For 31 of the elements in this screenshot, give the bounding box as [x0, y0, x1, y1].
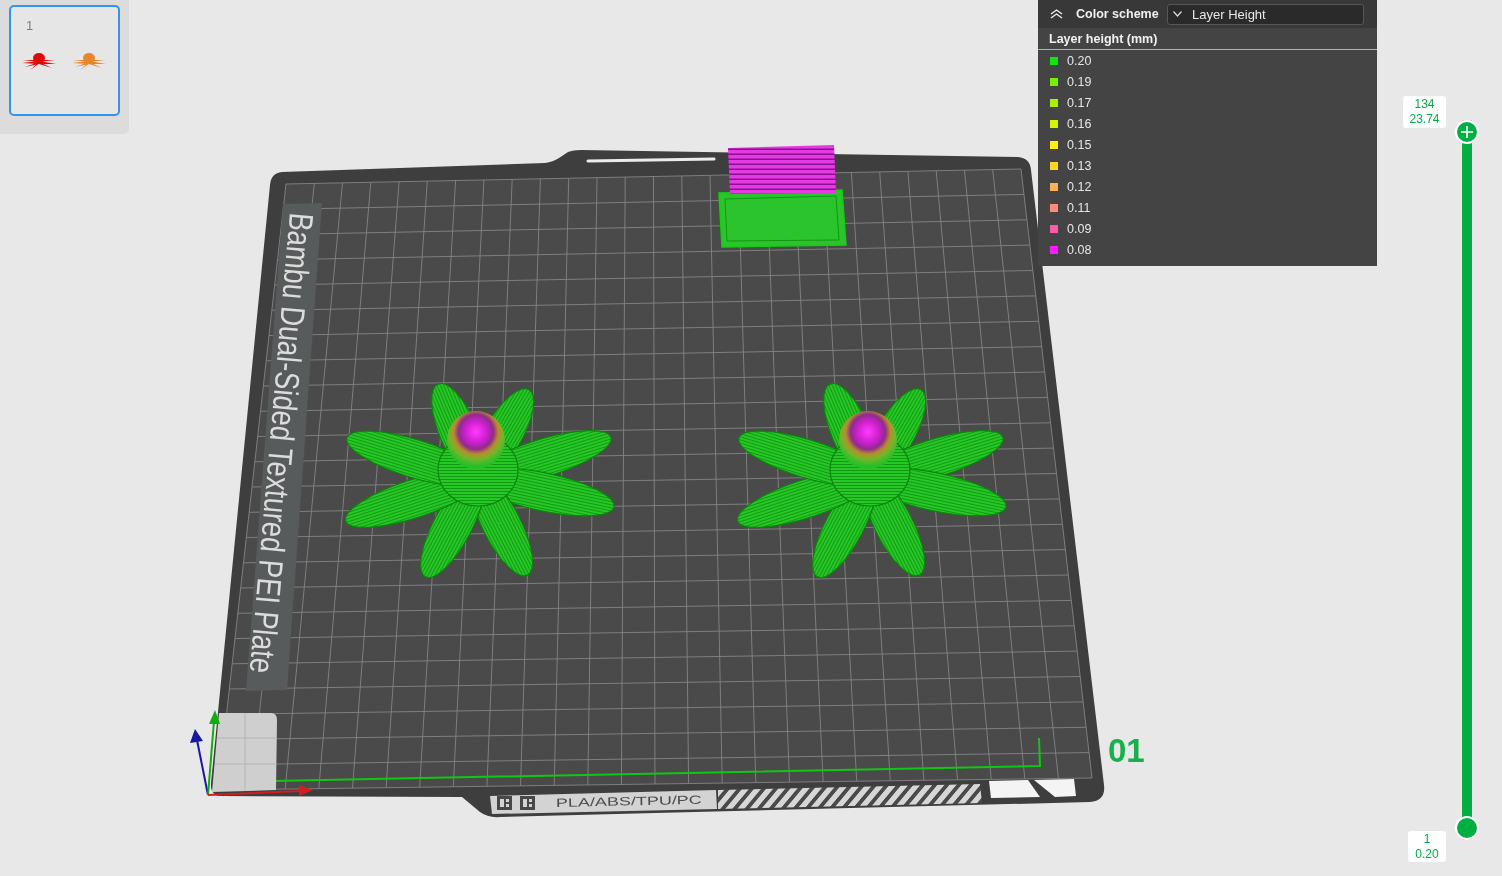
layer-number: 134 [1414, 97, 1435, 112]
legend-value: 0.11 [1067, 200, 1091, 215]
layer-number: 1 [1423, 831, 1431, 847]
legend-value: 0.20 [1067, 53, 1092, 68]
plate-cutout [1034, 779, 1076, 797]
layer-height: 23.74 [1409, 112, 1440, 127]
legend-value: 0.15 [1067, 137, 1092, 152]
legend-title: Layer height (mm) [1038, 28, 1377, 50]
plate-number: 01 [1108, 732, 1145, 769]
legend-value: 0.08 [1067, 242, 1092, 257]
plate-name: Bambu Dual-Sided Textured PEI Plate [242, 211, 321, 675]
double-chevron-up-icon[interactable] [1050, 9, 1063, 19]
z-axis-arrow [190, 729, 209, 796]
lower-slider-handle[interactable] [1455, 816, 1479, 840]
pattern-square-icon [497, 796, 512, 810]
pattern-square-icon [520, 796, 535, 810]
chevron-down-icon [1173, 11, 1182, 17]
color-scheme-dropdown[interactable]: Layer Height [1167, 3, 1364, 25]
plate-cutout [989, 780, 1040, 798]
upper-slider-handle[interactable] [1455, 120, 1479, 144]
layer-height: 0.20 [1415, 846, 1439, 862]
legend-value: 0.16 [1067, 116, 1092, 131]
legend-value: 0.19 [1067, 74, 1092, 89]
legend-value: 0.12 [1067, 179, 1092, 194]
color-scheme-label: Color scheme [1076, 7, 1159, 21]
plus-icon [1461, 126, 1473, 138]
legend-value: 0.17 [1067, 95, 1092, 110]
plate-number: 1 [26, 18, 34, 34]
legend-value: 0.09 [1067, 221, 1092, 236]
material-label: PLA/ABS/TPU/PC [555, 792, 702, 810]
legend-value: 0.13 [1067, 158, 1092, 173]
